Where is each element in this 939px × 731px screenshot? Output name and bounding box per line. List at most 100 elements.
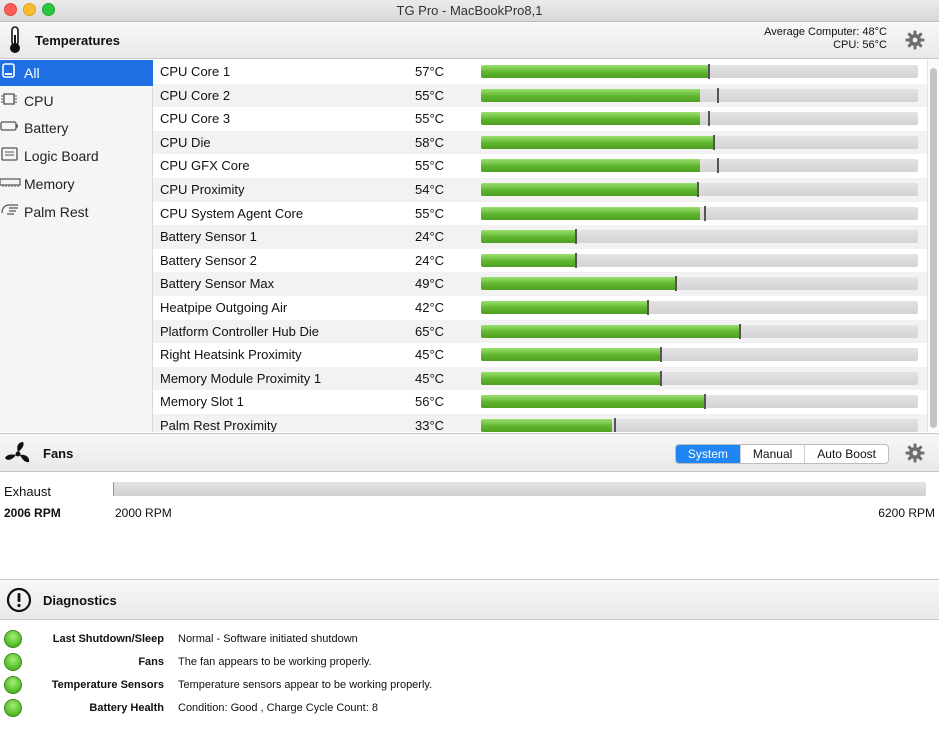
fan-icon — [4, 441, 32, 470]
sensor-row[interactable]: Heatpipe Outgoing Air 42°C — [153, 296, 927, 320]
app-window: TG Pro - MacBookPro8,1 Temperatures Aver… — [0, 0, 939, 731]
sensor-row[interactable]: Battery Sensor 1 24°C — [153, 225, 927, 249]
sensor-name: CPU Proximity — [160, 182, 245, 197]
sensor-value: 45°C — [415, 347, 445, 363]
diagnostic-label: Battery Health — [89, 702, 164, 714]
fan-mode-control: System Manual Auto Boost — [674, 444, 889, 464]
sensor-temperature-fill — [481, 301, 647, 314]
sensor-value: 49°C — [415, 276, 445, 292]
sensor-temperature-bar — [481, 229, 918, 245]
sidebar-item-palm-rest[interactable]: Palm Rest — [0, 199, 153, 225]
thermometer-icon — [8, 26, 22, 57]
sensor-name: Battery Sensor Max — [160, 276, 275, 292]
sensor-temperature-bar — [481, 418, 918, 432]
close-window-button[interactable] — [4, 3, 17, 16]
sensor-row[interactable]: Memory Module Proximity 1 45°C — [153, 366, 927, 391]
fan-mode-manual-button[interactable]: Manual — [741, 445, 806, 463]
sensor-temperature-bar — [481, 134, 918, 150]
sensor-row[interactable]: Platform Controller Hub Die 65°C — [153, 319, 927, 344]
sensor-name: CPU Core 3 — [160, 111, 231, 127]
sensor-row[interactable]: CPU Die 58°C — [153, 130, 927, 155]
sensor-row[interactable]: Palm Rest Proximity 33°C — [153, 414, 927, 432]
sensor-temperature-bar — [481, 300, 918, 315]
sensor-list: CPU Core 1 57°C CPU Core 2 55°C CPU Core 3 55… — [153, 60, 927, 432]
sensor-name: CPU GFX Core — [160, 158, 250, 174]
fan-mode-system-button[interactable]: System — [675, 445, 741, 463]
cpu-icon — [0, 88, 22, 114]
sensor-name: Heatpipe Outgoing Air — [160, 300, 288, 315]
fan-speed-bar — [113, 482, 926, 496]
sensor-name: CPU System Agent Core — [160, 205, 304, 221]
fan-panel: Exhaust 2006 RPM 2000 RPM 6200 RPM — [0, 472, 939, 578]
sensor-value: 33°C — [415, 418, 445, 432]
fans-gear-icon[interactable] — [905, 443, 925, 463]
sensor-max-marker — [614, 418, 616, 432]
sidebar-item-all[interactable]: All — [0, 60, 153, 86]
sensor-list-scrollbar[interactable] — [927, 60, 939, 432]
memory-icon — [0, 171, 22, 197]
sensor-value: 24°C — [415, 252, 445, 268]
sensor-value: 57°C — [415, 64, 445, 79]
temperatures-title: Temperatures — [35, 33, 121, 48]
status-ok-indicator — [4, 676, 22, 694]
scrollbar-thumb[interactable] — [930, 68, 937, 428]
diagnostic-row: Battery Health Condition: Good , Charge C… — [0, 698, 939, 720]
sensor-row[interactable]: CPU GFX Core 55°C — [153, 154, 927, 178]
sensor-row[interactable]: CPU Proximity 54°C — [153, 178, 927, 202]
fans-title: Fans — [43, 446, 74, 461]
diagnostic-text: Normal - Software initiated shutdown — [178, 633, 358, 645]
palm-rest-icon — [0, 199, 22, 225]
fan-mode-auto-boost-button[interactable]: Auto Boost — [805, 445, 888, 463]
sensor-max-marker — [713, 134, 715, 150]
sensor-temperature-fill — [481, 88, 700, 102]
diagnostics-header: Diagnostics — [0, 579, 939, 620]
sensor-temperature-bar — [481, 87, 918, 103]
sidebar-item-battery[interactable]: Battery — [0, 115, 153, 141]
sensor-value: 55°C — [415, 158, 445, 174]
diagnostic-row: Temperature Sensors Temperature sensors a… — [0, 675, 939, 697]
status-ok-indicator — [4, 630, 22, 648]
sensor-temperature-fill — [481, 395, 704, 409]
sensor-name: Battery Sensor 1 — [160, 229, 257, 245]
status-ok-indicator — [4, 653, 22, 671]
sidebar-item-label: Battery — [24, 120, 69, 137]
fans-header: Fans System Manual Auto Boost — [0, 433, 939, 472]
temperatures-gear-icon[interactable] — [905, 30, 925, 50]
sidebar-item-logic-board[interactable]: Logic Board — [0, 143, 153, 169]
sensor-row[interactable]: Battery Sensor 2 24°C — [153, 249, 927, 273]
sensor-row[interactable]: CPU Core 2 55°C — [153, 83, 927, 108]
logic-board-icon — [0, 143, 22, 169]
sensor-row[interactable]: Battery Sensor Max 49°C — [153, 272, 927, 296]
sensor-row[interactable]: CPU System Agent Core 55°C — [153, 202, 927, 226]
diagnostic-text: The fan appears to be working properly. — [178, 656, 372, 668]
all-icon — [0, 60, 22, 86]
minimize-window-button[interactable] — [23, 3, 36, 16]
sensor-value: 54°C — [415, 182, 445, 197]
diagnostic-text: Condition: Good , Charge Cycle Count: 8 — [178, 702, 378, 714]
title-bar: TG Pro - MacBookPro8,1 — [0, 0, 939, 22]
sensor-temperature-bar — [481, 111, 918, 127]
sensor-max-marker — [704, 394, 706, 410]
sensor-value: 45°C — [415, 370, 445, 386]
sensor-row[interactable]: Right Heatsink Proximity 45°C — [153, 343, 927, 367]
sensor-max-marker — [704, 205, 706, 221]
sensor-max-marker — [697, 182, 699, 197]
battery-icon — [0, 115, 22, 141]
sidebar-item-cpu[interactable]: CPU — [0, 88, 153, 114]
sensor-row[interactable]: CPU Core 3 55°C — [153, 107, 927, 131]
temperatures-header: Temperatures Average Computer: 48°C CPU:… — [0, 23, 939, 59]
diagnostic-row: Fans The fan appears to be working proper… — [0, 652, 939, 674]
sidebar-item-label: Palm Rest — [24, 203, 89, 220]
sensor-temperature-fill — [481, 371, 660, 385]
sidebar-item-memory[interactable]: Memory — [0, 171, 153, 197]
diagnostic-label: Fans — [138, 656, 164, 668]
sensor-row[interactable]: Memory Slot 1 56°C — [153, 390, 927, 414]
sidebar-item-label: Memory — [24, 175, 75, 192]
sensor-temperature-bar — [481, 64, 918, 79]
zoom-window-button[interactable] — [42, 3, 55, 16]
diagnostic-text: Temperature sensors appear to be working… — [178, 679, 433, 691]
sensor-row[interactable]: CPU Core 1 57°C — [153, 60, 927, 84]
sensor-name: CPU Core 2 — [160, 87, 231, 103]
diagnostics-title: Diagnostics — [43, 593, 117, 608]
sensor-temperature-bar — [481, 370, 918, 386]
